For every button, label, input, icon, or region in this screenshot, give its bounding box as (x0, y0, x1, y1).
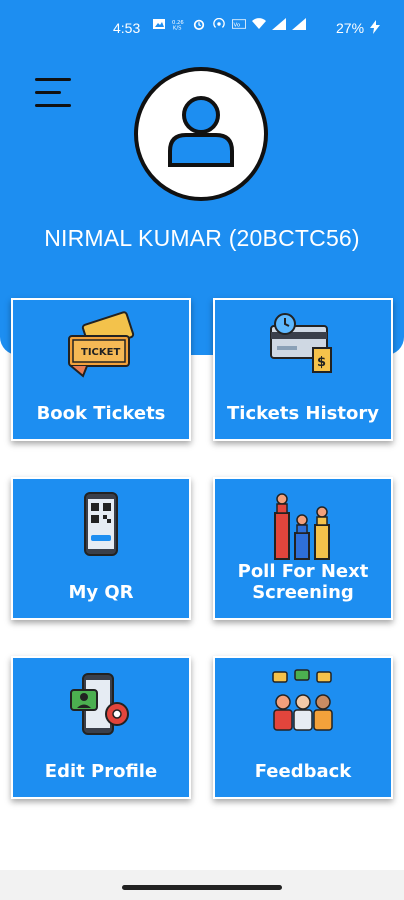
status-bar: 4:53 0.26 K/S Vo 27% (0, 0, 404, 52)
qr-phone-icon (84, 492, 118, 556)
tile-label: My QR (68, 582, 134, 603)
user-avatar-icon[interactable] (134, 67, 268, 201)
hotspot-icon (213, 18, 225, 28)
tickets-history-button[interactable]: $ Tickets History (213, 298, 393, 441)
battery-percent: 27% (336, 20, 365, 36)
status-icons: 0.26 K/S Vo (152, 18, 306, 30)
tile-label: Poll For Next Screening (237, 561, 369, 603)
feedback-people-icon (272, 669, 333, 731)
charging-icon (370, 20, 380, 34)
data-speed-icon: 0.26K/S (172, 20, 184, 30)
svg-text:TICKET: TICKET (81, 347, 120, 358)
signal-icon (272, 18, 286, 30)
wifi-icon (252, 18, 266, 29)
signal-icon (292, 18, 306, 30)
profile-settings-icon (70, 673, 129, 735)
tile-label: Tickets History (227, 403, 379, 424)
alarm-icon (193, 19, 205, 30)
user-name: NIRMAL KUMAR (20BCTC56) (44, 225, 360, 251)
svg-text:$: $ (317, 355, 326, 370)
svg-text:Vo: Vo (234, 22, 241, 28)
feedback-button[interactable]: Feedback (213, 656, 393, 799)
ticket-icon: TICKET (68, 311, 135, 378)
poll-next-screening-button[interactable]: Poll For Next Screening (213, 477, 393, 620)
my-qr-button[interactable]: My QR (11, 477, 191, 620)
book-tickets-button[interactable]: TICKET Book Tickets (11, 298, 191, 441)
poll-podium-icon (274, 493, 330, 560)
tile-label: Edit Profile (44, 761, 158, 782)
tile-label: Book Tickets (36, 403, 166, 424)
card-history-icon: $ (270, 313, 332, 373)
image-icon (153, 19, 165, 29)
status-time: 4:53 (113, 20, 141, 36)
edit-profile-button[interactable]: Edit Profile (11, 656, 191, 799)
hamburger-menu-icon[interactable] (32, 74, 76, 110)
svg-text:K/S: K/S (173, 25, 182, 30)
tile-label: Feedback (254, 761, 352, 782)
volte-icon: Vo (232, 19, 246, 29)
home-indicator[interactable] (122, 885, 282, 890)
